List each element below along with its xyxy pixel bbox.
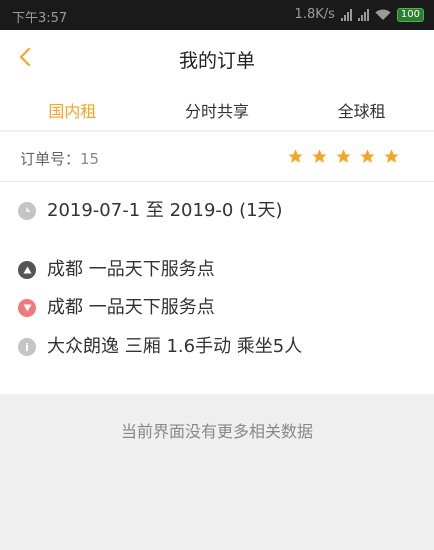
- car-info-row: i 大众朗逸 三厢 1.6手动 乘坐5人: [18, 334, 418, 359]
- no-more-data-text: 当前界面没有更多相关数据: [120, 422, 313, 441]
- return-marker-icon: [18, 299, 36, 317]
- status-time: 下午3:57: [12, 11, 68, 26]
- tab-global[interactable]: 全球租: [289, 85, 434, 130]
- rental-time-range: 2019-07-1 至 2019-0 (1天): [47, 200, 283, 221]
- status-bar: 下午3:57 1.8K/s 100: [0, 0, 434, 30]
- rating-stars: [287, 148, 400, 165]
- signal-icon: [340, 8, 352, 21]
- order-number-value: 15: [80, 150, 100, 168]
- star-icon: [384, 149, 399, 163]
- return-row: 成都 一品天下服务点: [18, 295, 418, 320]
- order-number: 订单号：15: [20, 148, 99, 169]
- order-header: 订单号：15: [0, 132, 434, 182]
- return-location: 成都 一品天下服务点: [47, 297, 215, 318]
- pickup-row: 成都 一品天下服务点: [18, 257, 418, 282]
- battery-icon: 100: [396, 7, 424, 22]
- star-icon: [336, 149, 351, 163]
- pickup-location: 成都 一品天下服务点: [47, 259, 215, 280]
- star-icon: [360, 149, 375, 163]
- star-icon: [288, 149, 303, 163]
- pickup-marker-icon: [18, 261, 36, 279]
- order-type-tabs: 国内租 分时共享 全球租: [0, 85, 434, 130]
- page-title: 我的订单: [178, 50, 255, 72]
- rental-time-row: 2019-07-1 至 2019-0 (1天): [18, 198, 418, 223]
- signal-icon-2: [357, 8, 369, 21]
- network-speed: 1.8K/s: [294, 7, 335, 22]
- nav-bar: 我的订单: [0, 30, 434, 85]
- wifi-icon: [375, 9, 391, 20]
- order-card[interactable]: 订单号：15 2019-07-1 至 2019-0 (1天) 成都 一品天下服务…: [0, 132, 434, 394]
- car-info: 大众朗逸 三厢 1.6手动 乘坐5人: [47, 336, 303, 357]
- order-number-label: 订单号：: [20, 150, 81, 168]
- tab-timeshare[interactable]: 分时共享: [145, 85, 290, 130]
- tab-domestic[interactable]: 国内租: [0, 85, 145, 130]
- star-icon: [312, 149, 327, 163]
- status-indicators: 1.8K/s 100: [295, 7, 424, 22]
- clock-icon: [18, 202, 36, 220]
- info-icon: i: [18, 338, 36, 356]
